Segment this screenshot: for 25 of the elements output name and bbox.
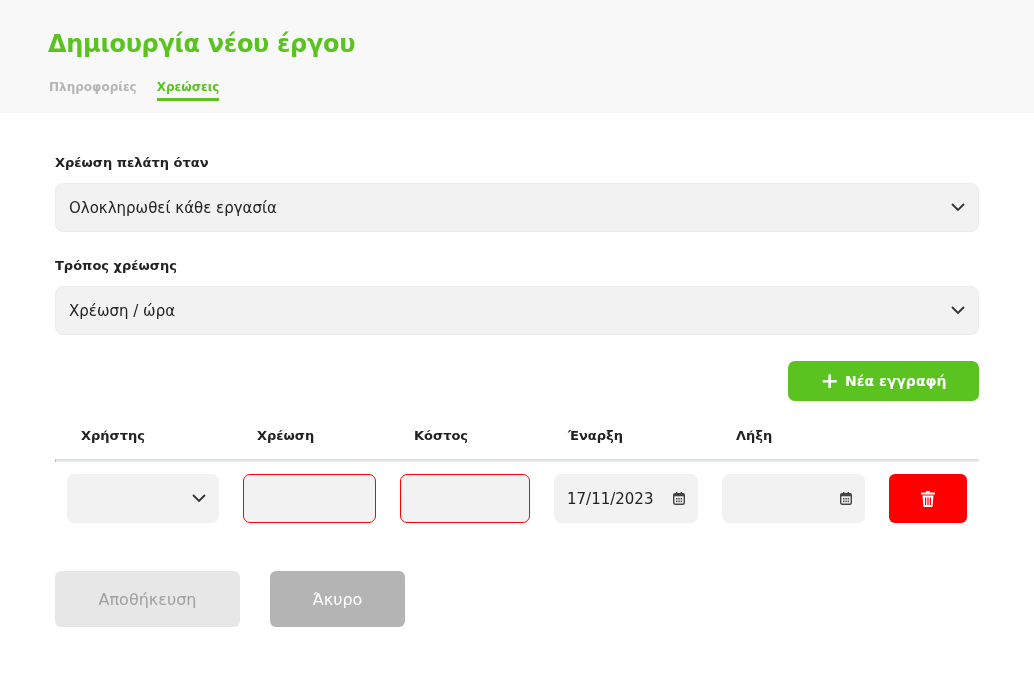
calendar-icon [840, 492, 852, 505]
input-field[interactable] [243, 474, 376, 523]
input-field[interactable] [400, 474, 530, 523]
column-header: Λήξη [735, 427, 774, 445]
cancel-button[interactable]: Άκυρο [270, 571, 405, 627]
column-header: Κόστος [413, 427, 470, 445]
trash-icon [921, 490, 935, 507]
new-entry-button[interactable]: + Νέα εγγραφή [788, 361, 979, 401]
tab[interactable]: Χρεώσεις [156, 80, 220, 101]
calendar-icon [673, 492, 685, 505]
tab[interactable]: Πληροφορίες [49, 80, 137, 101]
chevron-down-icon [951, 203, 965, 212]
field-label: Τρόπος χρέωσης [55, 258, 178, 273]
dropdown[interactable]: Χρέωση / ώρα [55, 286, 979, 335]
date-field[interactable] [722, 474, 865, 523]
chevron-down-icon [192, 494, 206, 503]
column-header: Χρήστης [80, 427, 146, 445]
column-header: Χρέωση [256, 427, 316, 445]
date-field[interactable]: 17/11/2023 [554, 474, 698, 523]
chevron-down-icon [951, 306, 965, 315]
field-label: Χρέωση πελάτη όταν [55, 155, 210, 170]
page-title: Δημιουργία νέου έργου [48, 30, 357, 58]
dropdown[interactable]: Ολοκληρωθεί κάθε εργασία [55, 183, 979, 232]
column-header: Έναρξη [567, 427, 625, 445]
delete-button[interactable] [889, 474, 967, 523]
